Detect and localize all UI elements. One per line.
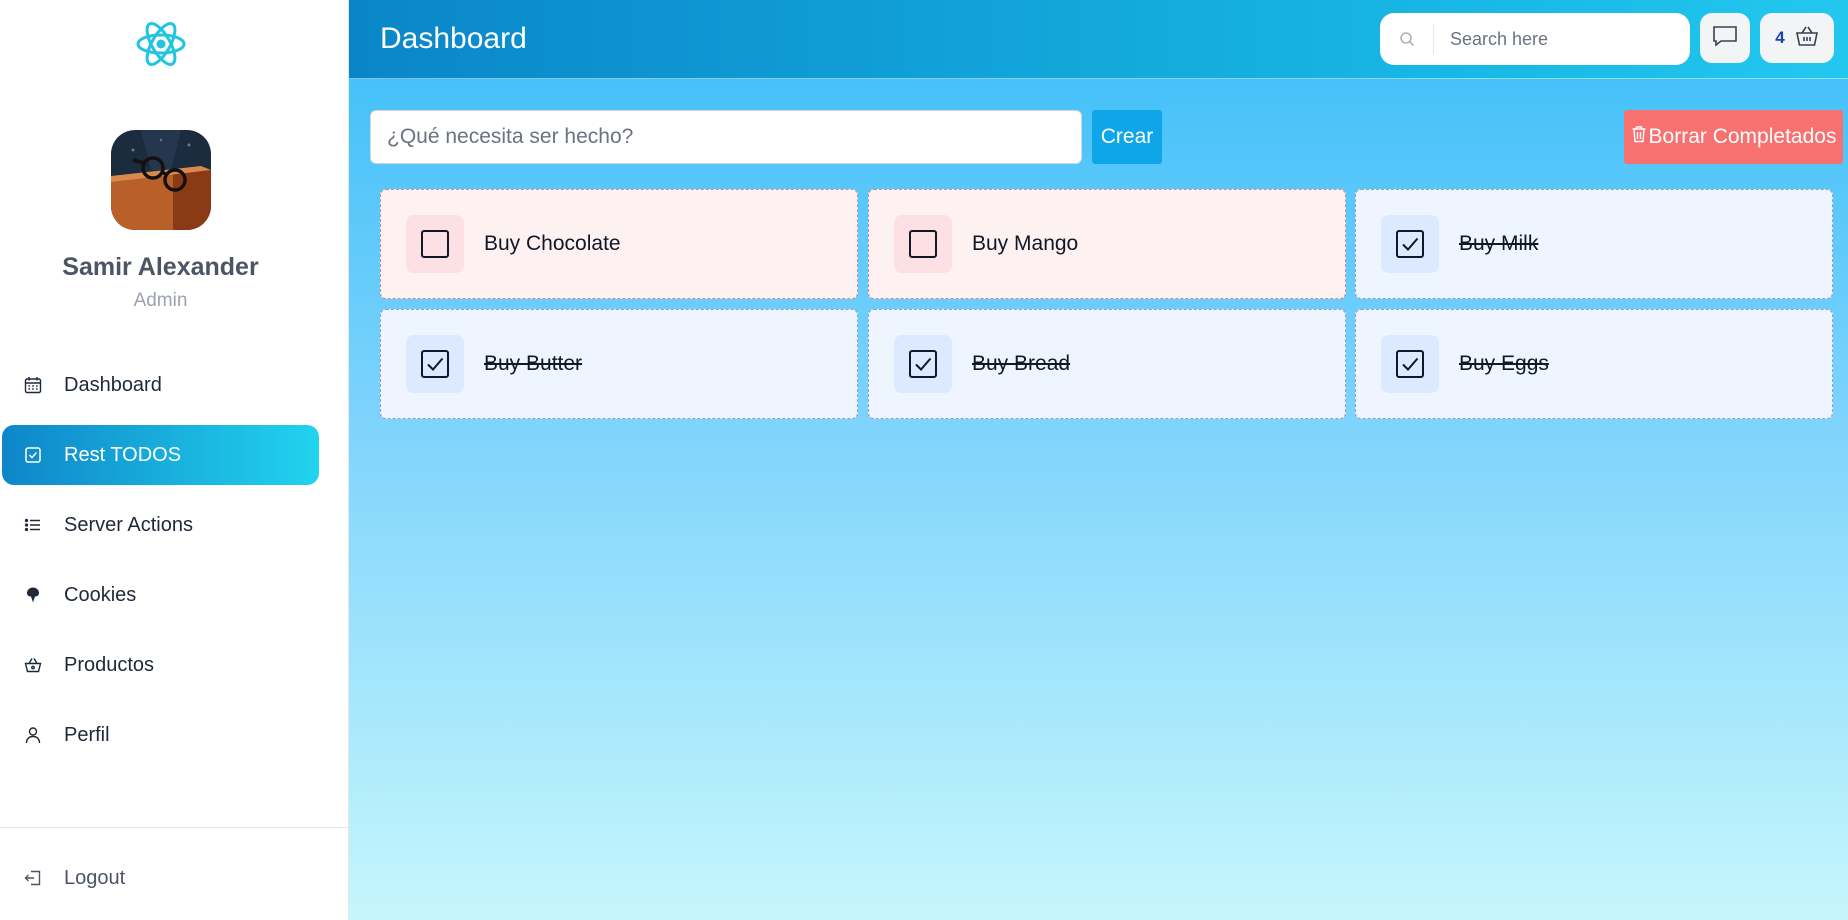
sidebar-item-label: Server Actions — [64, 513, 193, 536]
todo-text: Buy Butter — [484, 352, 583, 375]
create-button[interactable]: Crear — [1092, 110, 1162, 164]
sidebar: Samir Alexander Admin Dashboard Rest TOD… — [0, 0, 349, 920]
calendar-icon — [22, 374, 44, 396]
todo-item[interactable]: Buy Eggs — [1355, 309, 1833, 419]
messages-button[interactable] — [1700, 13, 1750, 63]
logout-button[interactable]: Logout — [0, 858, 125, 898]
search-icon — [1380, 24, 1434, 54]
cookie-icon — [22, 584, 44, 606]
checked-box-icon[interactable] — [1381, 335, 1439, 393]
todo-item[interactable]: Buy Butter — [380, 309, 858, 419]
react-atom-icon[interactable] — [135, 20, 187, 68]
todo-text: Buy Eggs — [1459, 352, 1549, 375]
sidebar-item-label: Cookies — [64, 583, 137, 606]
todo-text: Buy Chocolate — [484, 232, 621, 255]
logout-label: Logout — [64, 866, 126, 889]
list-icon — [22, 514, 44, 536]
sidebar-item-dashboard[interactable]: Dashboard — [2, 355, 319, 415]
cart-button[interactable]: 4 — [1760, 13, 1834, 63]
sidebar-item-perfil[interactable]: Perfil — [2, 705, 319, 765]
user-icon — [22, 724, 44, 746]
basket-icon — [1795, 24, 1819, 53]
top-bar: Dashboard 4 — [349, 0, 1848, 79]
checked-box-icon[interactable] — [406, 335, 464, 393]
new-todo-input[interactable] — [370, 110, 1082, 164]
todo-item[interactable]: Buy Chocolate — [380, 189, 858, 299]
sidebar-item-server-actions[interactable]: Server Actions — [2, 495, 319, 555]
chat-icon — [1712, 24, 1738, 53]
clear-completed-label: Borrar Completados — [1648, 125, 1837, 148]
unchecked-box-icon[interactable] — [894, 215, 952, 273]
unchecked-box-icon[interactable] — [406, 215, 464, 273]
todo-item[interactable]: Buy Bread — [868, 309, 1346, 419]
page-title: Dashboard — [380, 22, 527, 55]
sidebar-divider — [0, 827, 349, 828]
checkbox-icon — [22, 444, 44, 466]
todo-item[interactable]: Buy Milk — [1355, 189, 1833, 299]
sidebar-item-cookies[interactable]: Cookies — [2, 565, 319, 625]
todo-item[interactable]: Buy Mango — [868, 189, 1346, 299]
sidebar-item-label: Perfil — [64, 723, 110, 746]
logout-icon — [22, 867, 44, 889]
checked-box-icon[interactable] — [894, 335, 952, 393]
clear-completed-button[interactable]: Borrar Completados — [1624, 110, 1843, 164]
trash-icon — [1631, 125, 1647, 149]
basket-icon — [22, 654, 44, 676]
todo-text: Buy Bread — [972, 352, 1071, 375]
sidebar-item-label: Productos — [64, 653, 155, 676]
cart-count-badge: 4 — [1775, 28, 1785, 47]
avatar — [111, 130, 211, 230]
sidebar-item-productos[interactable]: Productos — [2, 635, 319, 695]
sidebar-item-rest-todos[interactable]: Rest TODOS — [2, 425, 319, 485]
search-box — [1380, 13, 1690, 65]
checked-box-icon[interactable] — [1381, 215, 1439, 273]
user-name: Samir Alexander — [62, 253, 259, 281]
search-input[interactable] — [1434, 28, 1674, 50]
todo-text: Buy Milk — [1459, 232, 1539, 255]
todo-text: Buy Mango — [972, 232, 1079, 255]
main-content: Dashboard 4 — [349, 0, 1848, 920]
user-role: Admin — [133, 290, 188, 311]
sidebar-item-label: Dashboard — [64, 373, 162, 396]
sidebar-item-label: Rest TODOS — [64, 443, 182, 466]
